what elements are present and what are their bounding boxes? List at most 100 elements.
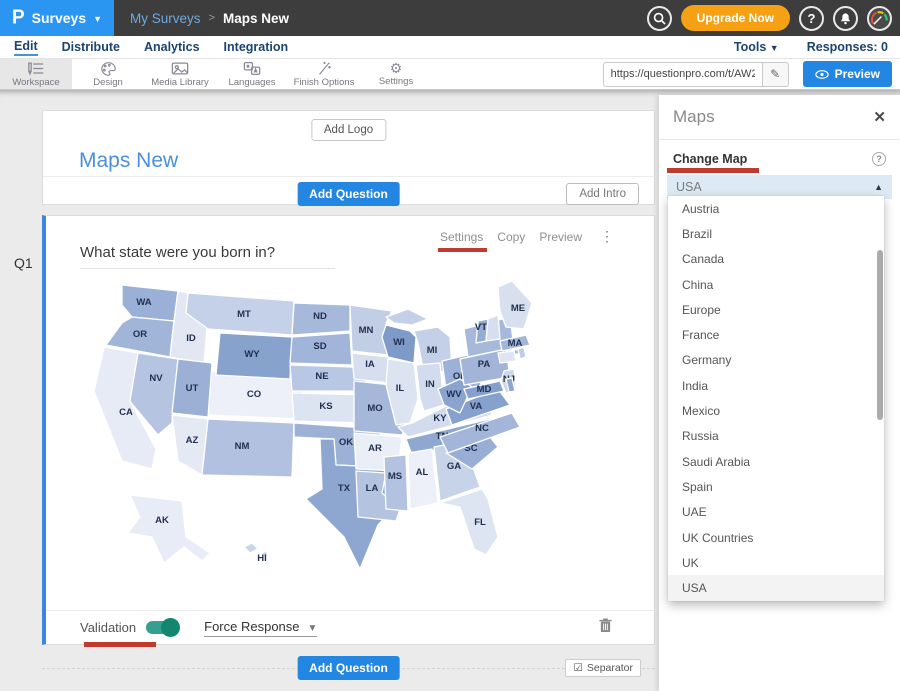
state-ms [384, 455, 408, 511]
state-label-sd: SD [313, 341, 326, 352]
edit-url-pencil-icon[interactable]: ✎ [763, 62, 789, 87]
map-options-dropdown: AustriaBrazilCanadaChinaEuropeFranceGerm… [668, 196, 884, 601]
product-switcher[interactable]: P Surveys ▼ [0, 0, 114, 36]
toggle-knob [161, 618, 180, 637]
state-label-nd: ND [313, 311, 327, 322]
survey-header-card: Add Logo Maps New Add Question Add Intro [42, 110, 655, 205]
delete-question-trash-icon[interactable] [599, 618, 612, 638]
map-option-usa[interactable]: USA [668, 575, 884, 600]
preview-button[interactable]: Preview [803, 61, 892, 87]
map-option-uae[interactable]: UAE [668, 500, 884, 525]
state-label-fl: FL [474, 517, 486, 528]
state-label-ca: CA [119, 407, 133, 418]
question-number: Q1 [14, 255, 33, 271]
survey-url-input[interactable] [603, 62, 763, 87]
chevron-down-icon: ▼ [770, 43, 779, 53]
breadcrumb-current: Maps New [223, 11, 289, 26]
kebab-menu-icon[interactable]: ⋮ [600, 228, 614, 245]
tab-integration[interactable]: Integration [224, 40, 289, 54]
separator-toggle[interactable]: ☑Separator [565, 659, 641, 677]
map-option-mexico[interactable]: Mexico [668, 398, 884, 423]
map-option-uk-countries[interactable]: UK Countries [668, 525, 884, 550]
state-label-co: CO [247, 389, 261, 400]
state-al [408, 449, 438, 509]
notifications-bell-icon[interactable] [833, 6, 858, 31]
add-logo-button[interactable]: Add Logo [311, 119, 386, 141]
state-label-nc: NC [475, 423, 489, 434]
state-label-ok: OK [339, 437, 353, 448]
state-shape [486, 315, 500, 341]
state-label-ne: NE [315, 371, 328, 382]
state-label-id: ID [186, 333, 196, 344]
map-option-saudi-arabia[interactable]: Saudi Arabia [668, 449, 884, 474]
checked-checkbox-icon: ☑ [573, 662, 582, 674]
toolbar-settings[interactable]: ⚙ Settings [360, 59, 432, 89]
workspace-content: Q1 Add Logo Maps New Add Question Add In… [0, 90, 900, 691]
map-option-uk[interactable]: UK [668, 550, 884, 575]
dropdown-scrollbar[interactable] [877, 250, 883, 420]
maps-settings-panel: Maps ✕ Change Map ? USA ▲ AustriaBrazilC… [659, 95, 900, 691]
force-response-dropdown[interactable]: Force Response▼ [204, 619, 317, 637]
question-preview-link[interactable]: Preview [539, 230, 582, 244]
survey-title[interactable]: Maps New [79, 149, 178, 173]
map-option-austria[interactable]: Austria [668, 196, 884, 221]
tools-menu[interactable]: Tools ▼ [734, 40, 779, 54]
question-copy-link[interactable]: Copy [497, 230, 525, 244]
chevron-down-icon: ▼ [93, 14, 102, 24]
map-option-india[interactable]: India [668, 373, 884, 398]
map-option-europe[interactable]: Europe [668, 297, 884, 322]
user-avatar[interactable] [867, 6, 892, 31]
state-label-mi: MI [427, 345, 438, 356]
toolbar-design[interactable]: Design [72, 59, 144, 89]
toolbar-finish-options[interactable]: Finish Options [288, 59, 360, 89]
state-label-nv: NV [149, 373, 163, 384]
state-label-me: ME [511, 303, 525, 314]
map-option-brazil[interactable]: Brazil [668, 221, 884, 246]
help-icon[interactable]: ? [799, 6, 824, 31]
upgrade-now-button[interactable]: Upgrade Now [681, 5, 790, 31]
map-option-canada[interactable]: Canada [668, 247, 884, 272]
tab-distribute[interactable]: Distribute [62, 40, 120, 54]
change-map-help-icon[interactable]: ? [872, 152, 886, 166]
state-label-mt: MT [237, 309, 251, 320]
validation-toggle[interactable] [146, 621, 178, 634]
toolbar-workspace[interactable]: Workspace [0, 59, 72, 89]
state-label-ms: MS [388, 471, 402, 482]
responses-count[interactable]: Responses: 0 [807, 40, 888, 54]
add-question-button-bottom[interactable]: Add Question [297, 656, 400, 680]
usa-map: COWAORIDMTWYNDSDNEKSNVUTCAAZNMOKTXMNIAMO… [94, 279, 654, 584]
state-shape [498, 351, 516, 363]
state-label-hi: HI [257, 553, 267, 564]
close-icon[interactable]: ✕ [873, 108, 886, 126]
breadcrumb: My Surveys > Maps New [130, 11, 289, 26]
tab-analytics[interactable]: Analytics [144, 40, 200, 54]
map-option-spain[interactable]: Spain [668, 474, 884, 499]
toolbar-media-library[interactable]: Media Library [144, 59, 216, 89]
state-label-la: LA [366, 483, 379, 494]
state-label-mo: MO [367, 403, 382, 414]
add-question-row: Add Question ☑Separator [42, 655, 655, 681]
question-text[interactable]: What state were you born in? [80, 244, 335, 269]
map-option-russia[interactable]: Russia [668, 424, 884, 449]
state-label-ak: AK [155, 515, 169, 526]
state-label-wi: WI [393, 337, 405, 348]
state-label-al: AL [416, 467, 429, 478]
breadcrumb-my-surveys[interactable]: My Surveys [130, 11, 201, 26]
toolbar-languages[interactable]: Languages [216, 59, 288, 89]
state-label-or: OR [133, 329, 147, 340]
map-option-france[interactable]: France [668, 322, 884, 347]
state-shape [518, 347, 526, 359]
tab-edit[interactable]: Edit [14, 39, 38, 56]
map-option-china[interactable]: China [668, 272, 884, 297]
state-label-md: MD [477, 384, 492, 395]
map-option-germany[interactable]: Germany [668, 348, 884, 373]
question-card: Settings Copy Preview ⋮ What state were … [42, 215, 655, 645]
state-label-va: VA [470, 401, 483, 412]
add-intro-button[interactable]: Add Intro [566, 183, 639, 205]
search-icon[interactable] [647, 6, 672, 31]
gear-icon: ⚙ [390, 61, 403, 75]
toolbar-workspace-label: Workspace [12, 77, 59, 88]
state-label-il: IL [396, 383, 405, 394]
add-question-button-top[interactable]: Add Question [297, 182, 400, 206]
question-settings-link[interactable]: Settings [440, 230, 483, 244]
